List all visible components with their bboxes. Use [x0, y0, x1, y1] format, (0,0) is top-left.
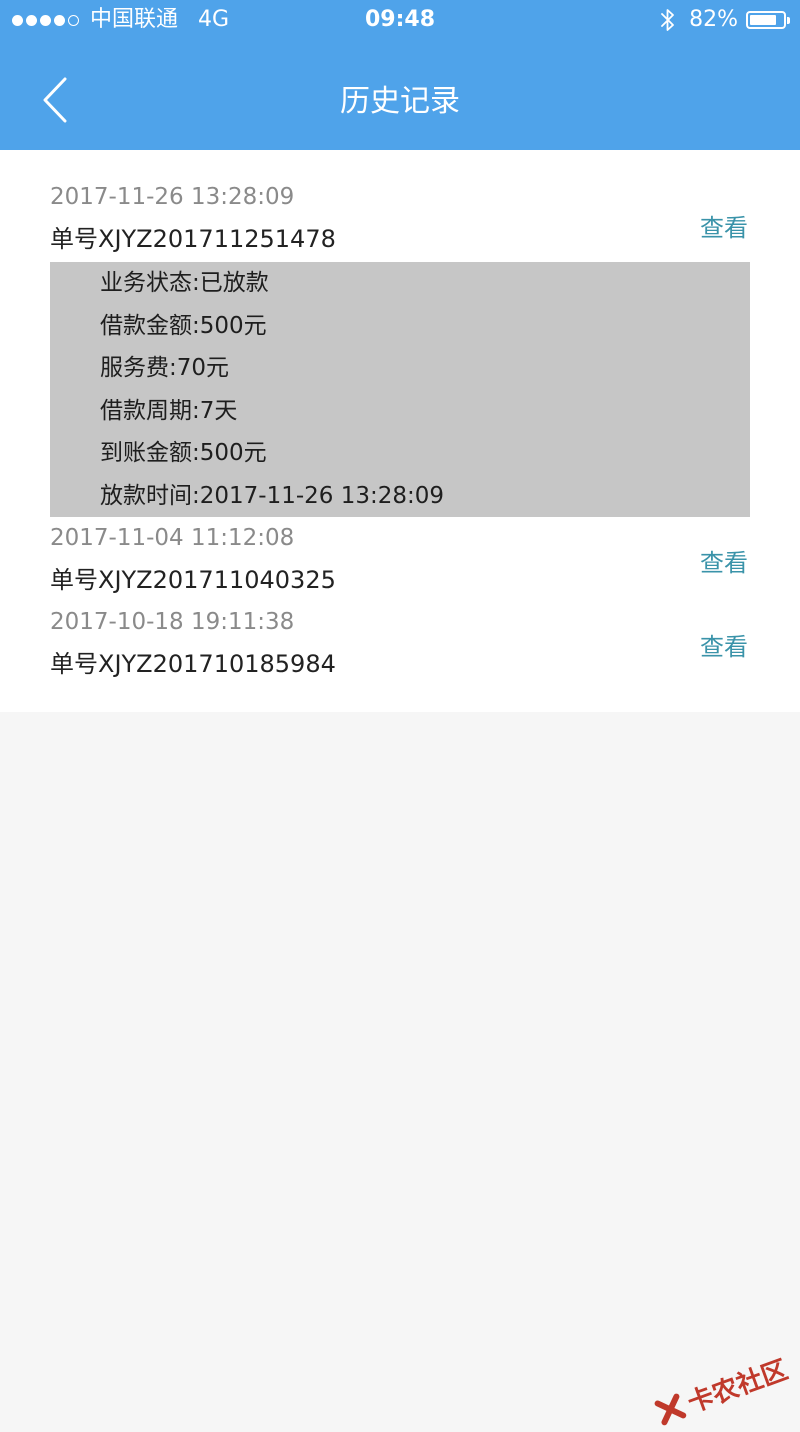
record-item: 2017-11-04 11:12:08 单号XJYZ201711040325 查… — [0, 517, 800, 601]
detail-disbursement-time: 放款时间:2017-11-26 13:28:09 — [100, 475, 750, 518]
record-time: 2017-11-26 13:28:09 — [50, 176, 750, 218]
detail-loan-period: 借款周期:7天 — [100, 390, 750, 433]
record-item: 2017-11-26 13:28:09 单号XJYZ201711251478 查… — [0, 176, 800, 517]
bluetooth-icon — [661, 8, 675, 32]
watermark-text: 卡农社区 — [682, 1350, 792, 1420]
record-time: 2017-11-04 11:12:08 — [50, 517, 750, 559]
watermark-logo: 卡农社区 — [650, 1350, 792, 1432]
record-time: 2017-10-18 19:11:38 — [50, 601, 750, 643]
battery-fill — [750, 15, 776, 25]
view-button[interactable]: 查看 — [700, 627, 748, 662]
battery-percent: 82% — [689, 0, 738, 40]
detail-service-fee: 服务费:70元 — [100, 347, 750, 390]
record-item: 2017-10-18 19:11:38 单号XJYZ201710185984 查… — [0, 601, 800, 685]
record-order-number: 单号XJYZ201711251478 — [50, 218, 750, 260]
status-right: 82% — [661, 0, 786, 40]
battery-icon — [746, 11, 786, 29]
detail-loan-amount: 借款金额:500元 — [100, 305, 750, 348]
record-order-number: 单号XJYZ201711040325 — [50, 559, 750, 601]
detail-received-amount: 到账金额:500元 — [100, 432, 750, 475]
detail-status: 业务状态:已放款 — [100, 262, 750, 305]
record-details: 业务状态:已放款 借款金额:500元 服务费:70元 借款周期:7天 到账金额:… — [50, 262, 750, 517]
header-bar: 中国联通 4G 09:48 82% 历史记录 — [0, 0, 800, 150]
status-bar: 中国联通 4G 09:48 82% — [0, 0, 800, 40]
view-button[interactable]: 查看 — [700, 208, 748, 243]
page-title: 历史记录 — [0, 80, 800, 124]
history-list: 2017-11-26 13:28:09 单号XJYZ201711251478 查… — [0, 150, 800, 712]
watermark-mark-icon — [651, 1390, 689, 1428]
view-button[interactable]: 查看 — [700, 543, 748, 578]
record-order-number: 单号XJYZ201710185984 — [50, 643, 750, 685]
